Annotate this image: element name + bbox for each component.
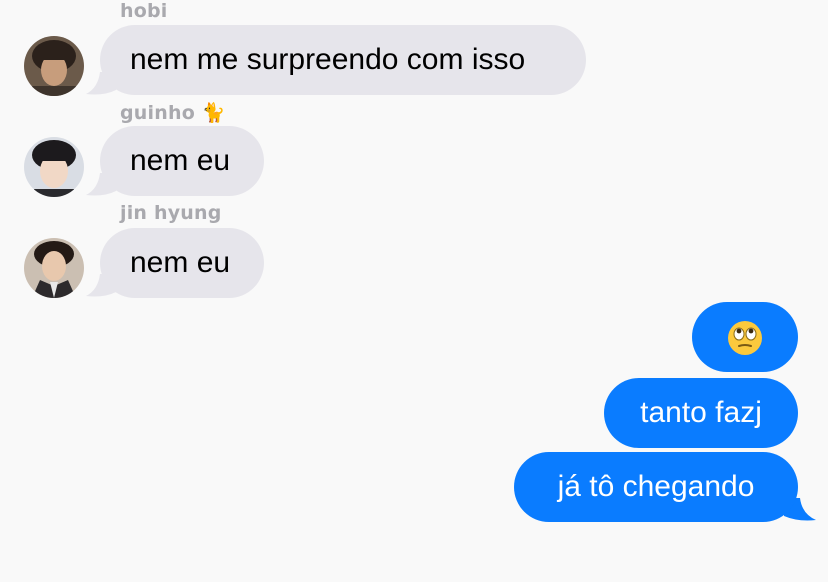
message-text: nem eu — [130, 144, 231, 177]
message-text: nem me surpreendo com isso — [130, 43, 526, 76]
face-with-rolling-eyes-icon — [728, 321, 762, 356]
avatar[interactable] — [24, 36, 84, 96]
message-bubble-outgoing[interactable]: já tô chegando — [514, 452, 798, 522]
message-text: tanto fazj — [640, 396, 762, 429]
message-bubble-outgoing[interactable] — [692, 302, 798, 372]
message-text: já tô chegando — [557, 470, 755, 503]
avatar[interactable] — [24, 137, 84, 197]
avatar-hobi-image — [24, 36, 84, 96]
message-bubble-incoming[interactable]: nem me surpreendo com isso — [100, 25, 586, 95]
cat-emoji: 🐈 — [201, 102, 226, 124]
avatar[interactable] — [24, 238, 84, 298]
message-bubble-incoming[interactable]: nem eu — [100, 228, 264, 298]
avatar-guinho-image — [24, 137, 84, 197]
message-bubble-incoming[interactable]: nem eu — [100, 126, 264, 196]
avatar-jin-image — [24, 238, 84, 298]
message-bubble-outgoing[interactable]: tanto fazj — [604, 378, 798, 448]
message-text: nem eu — [130, 246, 231, 279]
sender-name: jin hyung — [120, 202, 222, 224]
sender-name: hobi — [120, 0, 168, 22]
sender-name: guinho 🐈 — [120, 102, 226, 124]
